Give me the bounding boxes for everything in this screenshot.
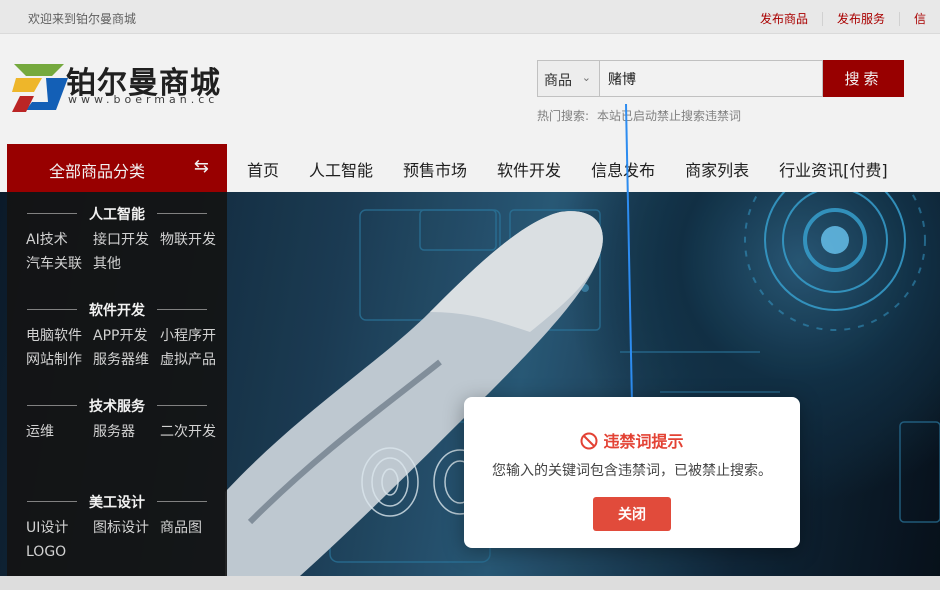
close-button[interactable]: 关闭: [593, 497, 671, 531]
dialog-title: 违禁词提示: [464, 428, 800, 452]
dialog-title-text: 违禁词提示: [603, 432, 684, 451]
dialog-message: 您输入的关键词包含违禁词，已被禁止搜索。: [492, 463, 772, 479]
ban-icon: [580, 432, 598, 450]
forbidden-word-dialog: 违禁词提示 您输入的关键词包含违禁词，已被禁止搜索。 关闭: [464, 397, 800, 548]
